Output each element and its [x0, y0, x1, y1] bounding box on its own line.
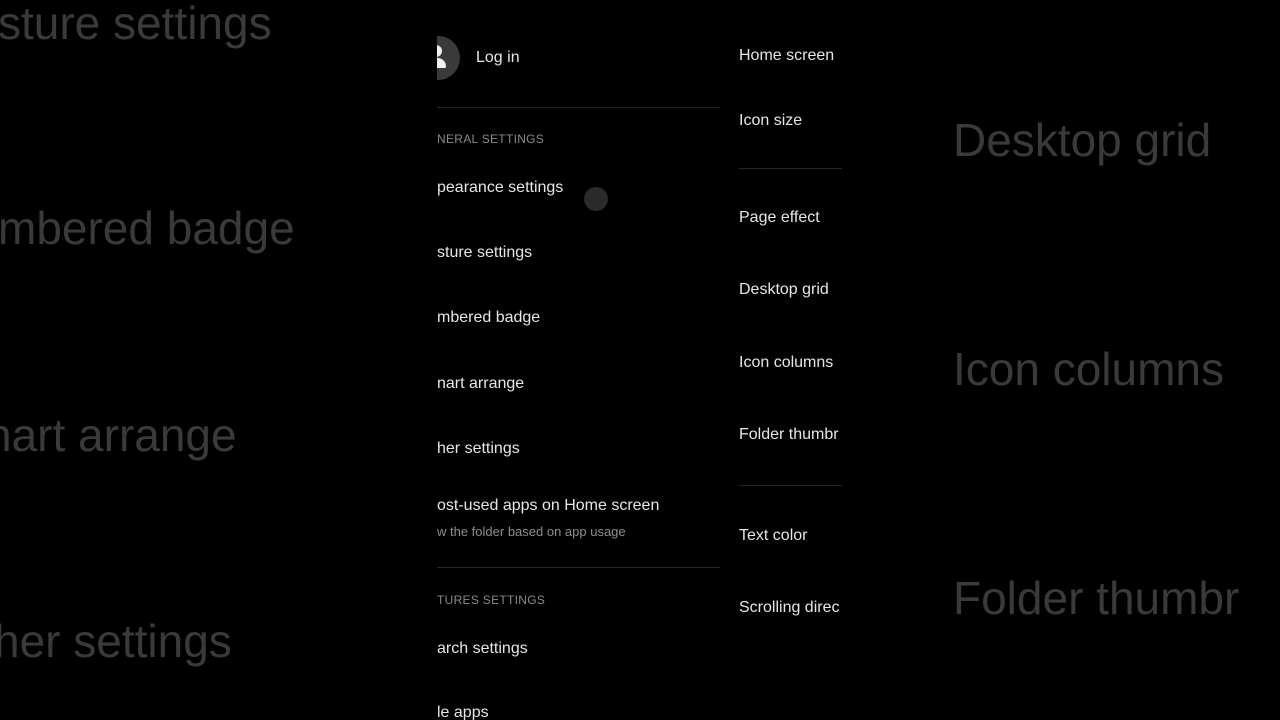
page-effect-item[interactable]: Page effect: [739, 209, 820, 227]
general-settings-header: NERAL SETTINGS: [437, 132, 545, 146]
bg-label-desktop-grid: Desktop grid: [953, 114, 1212, 166]
gesture-settings-item[interactable]: sture settings: [437, 244, 532, 262]
login-button[interactable]: Log in: [476, 49, 520, 67]
bg-label-badge: mbered badge: [0, 202, 295, 254]
smart-arrange-item[interactable]: nart arrange: [437, 375, 524, 393]
most-used-apps-title: ost-used apps on Home screen: [437, 497, 660, 514]
bg-label-gesture: sture settings: [0, 0, 272, 49]
divider: [739, 168, 842, 169]
other-settings-item[interactable]: her settings: [437, 440, 520, 458]
bg-label-arrange: nart arrange: [0, 409, 237, 461]
account-avatar-icon[interactable]: [437, 36, 460, 80]
bg-label-icon-columns: Icon columns: [953, 343, 1225, 395]
appearance-settings-item[interactable]: pearance settings: [437, 179, 563, 197]
numbered-badge-item[interactable]: mbered badge: [437, 309, 540, 327]
icon-columns-item[interactable]: Icon columns: [739, 354, 833, 372]
touch-ripple: [584, 187, 608, 211]
text-color-item[interactable]: Text color: [739, 527, 807, 545]
hide-apps-item[interactable]: le apps: [437, 704, 489, 720]
most-used-apps-subtitle: w the folder based on app usage: [437, 524, 626, 539]
folder-thumbnail-item[interactable]: Folder thumbr: [739, 426, 839, 444]
icon-size-item[interactable]: Icon size: [739, 112, 802, 130]
divider: [437, 107, 720, 108]
features-settings-header: TURES SETTINGS: [437, 593, 546, 607]
bg-label-other: her settings: [0, 615, 232, 667]
desktop-grid-item[interactable]: Desktop grid: [739, 281, 829, 299]
settings-main-panel: Log in NERAL SETTINGS pearance settings …: [437, 0, 720, 720]
most-used-apps-item[interactable]: ost-used apps on Home screen w the folde…: [437, 497, 659, 539]
home-screen-settings-panel: Home screen Icon size Page effect Deskto…: [720, 0, 842, 720]
divider: [739, 485, 842, 486]
divider: [437, 567, 720, 568]
home-screen-item[interactable]: Home screen: [739, 47, 834, 65]
bg-label-folder-thumb: Folder thumbr: [953, 572, 1240, 624]
search-settings-item[interactable]: arch settings: [437, 640, 528, 658]
scrolling-direction-item[interactable]: Scrolling direc: [739, 599, 839, 617]
